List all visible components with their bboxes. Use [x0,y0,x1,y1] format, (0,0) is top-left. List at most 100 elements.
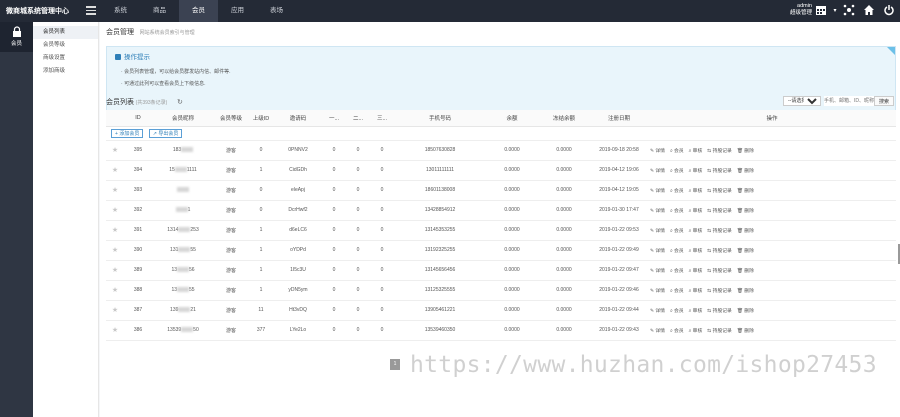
table-header-row: ID 会员昵称 会员等级 上级ID 邀请码 一... 二... 三... 手机号… [106,110,896,127]
search-button[interactable]: 搜索 [873,95,894,106]
delete-button[interactable]: 🗑 删除 [737,167,754,174]
pagination-page-current[interactable]: 1 [390,359,400,370]
details-button[interactable]: ✎ 详情 [650,327,665,334]
col-header-reg-date[interactable]: 注册日期 [590,110,648,127]
details-button[interactable]: ✎ 详情 [650,147,665,154]
top-tab-members[interactable]: 会员 [179,0,218,22]
details-button[interactable]: ✎ 详情 [650,247,665,254]
power-icon[interactable] [882,4,896,18]
star-icon[interactable]: ★ [106,260,124,281]
holding-record-button[interactable]: ⇆ 持股记录 [707,167,732,174]
cell-parent-id: 11 [248,300,274,321]
top-tab-goods[interactable]: 商品 [140,0,179,22]
star-icon[interactable]: ★ [106,220,124,241]
member-button[interactable]: ⌕ 会员 [670,287,684,294]
details-button[interactable]: ✎ 详情 [650,287,665,294]
member-button[interactable]: ⌕ 会员 [670,307,684,314]
audit-button[interactable]: ⌕ 审核 [689,167,703,174]
star-icon[interactable]: ★ [106,180,124,201]
member-button[interactable]: ⌕ 会员 [670,247,684,254]
star-icon[interactable]: ★ [106,320,124,341]
delete-button[interactable]: 🗑 删除 [737,147,754,154]
top-tab-system[interactable]: 系统 [101,0,140,22]
col-header-balance[interactable]: 余额 [486,110,538,127]
holding-record-button[interactable]: ⇆ 持股记录 [707,147,732,154]
rail-item-members[interactable]: 会员 [0,22,33,52]
star-icon[interactable]: ★ [106,140,124,161]
filter-select[interactable]: --请选择-- [782,95,821,106]
audit-button[interactable]: ⌕ 审核 [689,207,703,214]
col-header-id[interactable]: ID [124,110,152,127]
export-members-button[interactable]: ↗ 导出会员 [148,128,183,138]
col-header-frozen[interactable]: 冻结余额 [538,110,590,127]
holding-record-button[interactable]: ⇆ 持股记录 [707,247,732,254]
details-button[interactable]: ✎ 详情 [650,267,665,274]
search-icon: ⌕ [688,288,692,294]
audit-button[interactable]: ⌕ 审核 [689,267,703,274]
member-button[interactable]: ⌕ 会员 [670,327,684,334]
masked-text-icon [181,327,194,333]
member-button[interactable]: ⌕ 会员 [670,227,684,234]
delete-button[interactable]: 🗑 删除 [737,207,754,214]
star-icon[interactable]: ★ [106,280,124,301]
holding-record-button[interactable]: ⇆ 持股记录 [707,267,732,274]
audit-button[interactable]: ⌕ 审核 [689,287,703,294]
audit-button[interactable]: ⌕ 审核 [689,227,703,234]
details-button[interactable]: ✎ 详情 [650,167,665,174]
star-icon[interactable]: ★ [106,200,124,221]
holding-record-button[interactable]: ⇆ 持股记录 [707,187,732,194]
audit-button[interactable]: ⌕ 审核 [689,187,703,194]
search-input[interactable] [823,95,874,106]
delete-button[interactable]: 🗑 删除 [737,327,754,334]
member-button[interactable]: ⌕ 会员 [670,147,684,154]
submenu-item-member-list[interactable]: 会员列表 [33,26,98,39]
add-member-button[interactable]: + 添加会员 [111,128,144,138]
holding-record-button[interactable]: ⇆ 持股记录 [707,307,732,314]
member-button[interactable]: ⌕ 会员 [670,207,684,214]
holding-record-button[interactable]: ⇆ 持股记录 [707,327,732,334]
star-icon[interactable]: ★ [106,240,124,261]
details-button[interactable]: ✎ 详情 [650,307,665,314]
cell-frozen: 0.0000 [538,260,590,281]
star-icon[interactable]: ★ [106,160,124,181]
refresh-icon[interactable]: ↻ [177,99,183,106]
dropdown-caret-icon[interactable]: ▾ [828,4,842,18]
cell-level3: 0 [370,200,394,221]
settings-icon[interactable] [842,4,856,18]
member-button[interactable]: ⌕ 会员 [670,267,684,274]
member-button[interactable]: ⌕ 会员 [670,187,684,194]
cell-frozen: 0.0000 [538,300,590,321]
delete-button[interactable]: 🗑 删除 [737,307,754,314]
page-subtitle: 网站系统会员索引与管理 [139,30,195,36]
holding-record-button[interactable]: ⇆ 持股记录 [707,227,732,234]
audit-button[interactable]: ⌕ 审核 [689,307,703,314]
details-button[interactable]: ✎ 详情 [650,187,665,194]
details-button[interactable]: ✎ 详情 [650,207,665,214]
col-header-actions: 操作 [648,110,896,127]
delete-button[interactable]: 🗑 删除 [737,187,754,194]
admin-user[interactable]: admin 超级管理 [782,3,812,17]
holding-record-button[interactable]: ⇆ 持股记录 [707,287,732,294]
delete-button[interactable]: 🗑 删除 [737,247,754,254]
member-button[interactable]: ⌕ 会员 [670,167,684,174]
menu-toggle-icon[interactable] [86,6,96,15]
submenu-item-member-level[interactable]: 会员等级 [33,39,98,52]
calendar-icon[interactable] [814,4,828,18]
delete-button[interactable]: 🗑 删除 [737,227,754,234]
audit-button[interactable]: ⌕ 审核 [689,247,703,254]
details-button[interactable]: ✎ 详情 [650,227,665,234]
holding-record-button[interactable]: ⇆ 持股记录 [707,207,732,214]
delete-button[interactable]: 🗑 删除 [737,267,754,274]
top-tab-apps[interactable]: 应用 [218,0,257,22]
audit-button[interactable]: ⌕ 审核 [689,147,703,154]
delete-button[interactable]: 🗑 删除 [737,287,754,294]
top-tab-reports[interactable]: 表场 [257,0,296,22]
table-row: ★ 387 139 21 游客 11 Ht3vDQ 0 0 0 13905461221 0.0000 0… [106,300,896,321]
masked-text-icon [177,267,189,273]
submenu-item-add-merchant[interactable]: 添加商级 [33,65,98,78]
home-icon[interactable] [862,4,876,18]
audit-button[interactable]: ⌕ 审核 [689,327,703,334]
tip-title[interactable]: 操作提示 [115,51,150,61]
submenu-item-merchant-settings[interactable]: 商级设置 [33,52,98,65]
star-icon[interactable]: ★ [106,300,124,321]
